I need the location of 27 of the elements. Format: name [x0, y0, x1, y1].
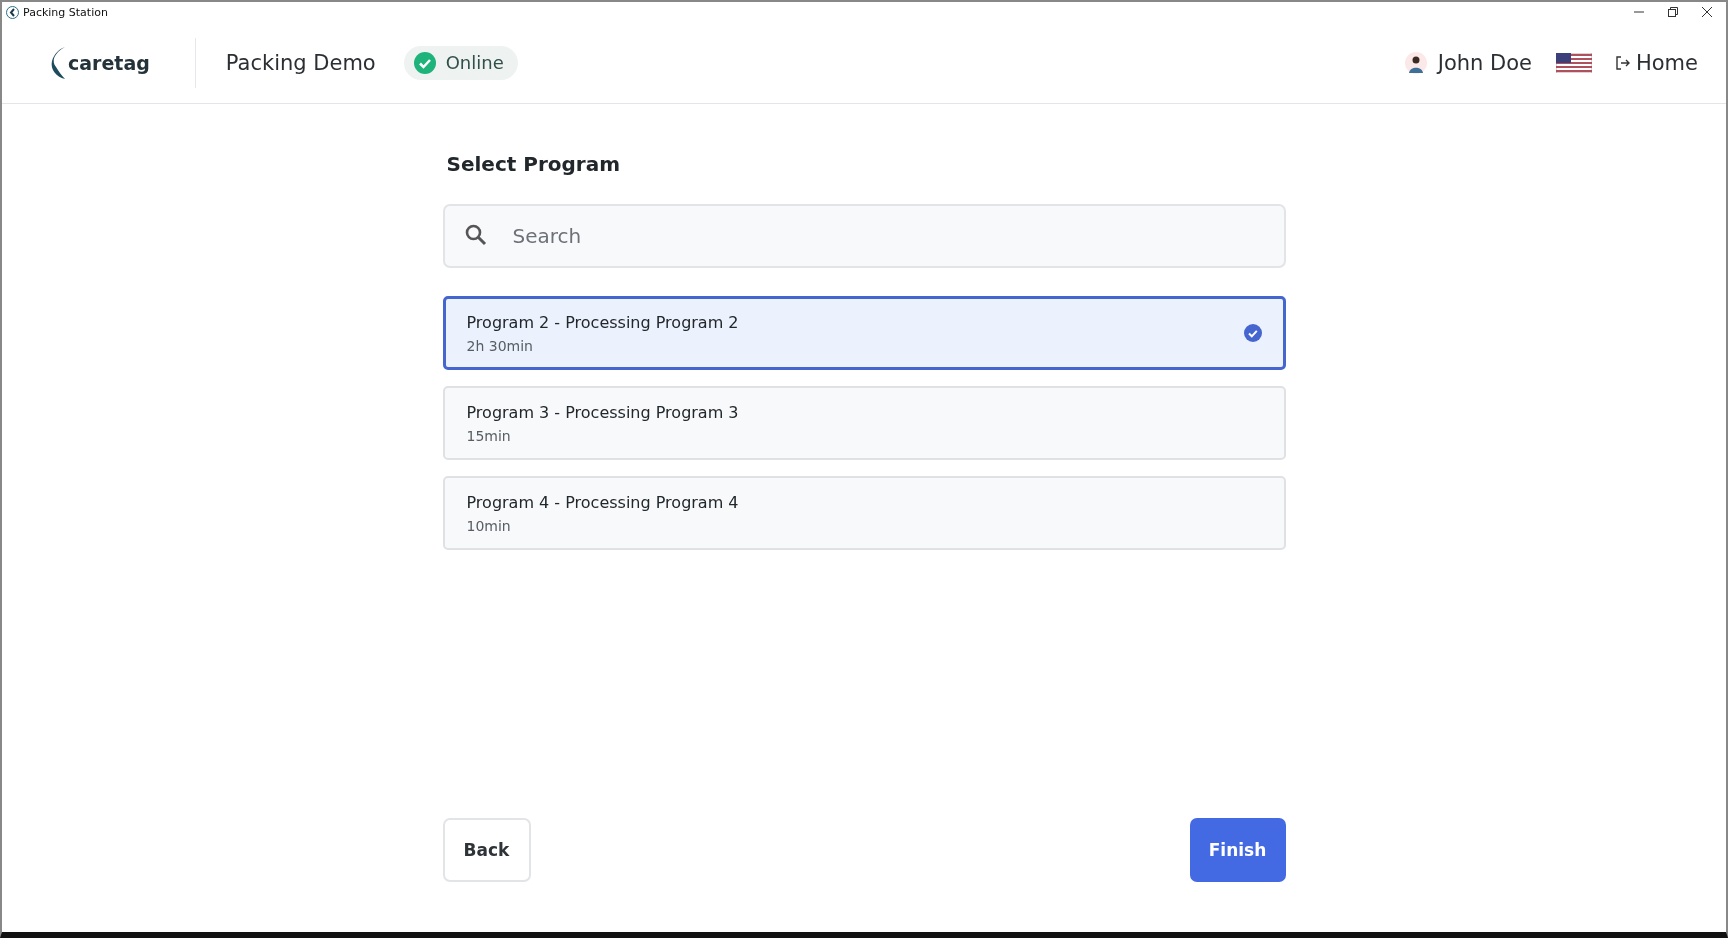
avatar-icon	[1404, 51, 1427, 74]
search-field[interactable]: Search	[442, 204, 1286, 268]
station-name: Packing Demo	[225, 50, 376, 75]
app-icon	[6, 5, 19, 19]
back-button[interactable]: Back	[442, 818, 531, 882]
program-duration: 15min	[466, 427, 512, 444]
check-icon	[413, 51, 436, 74]
logo-text: caretag	[68, 51, 150, 74]
flag-icon[interactable]	[1556, 52, 1592, 73]
program-duration: 2h 30min	[466, 337, 534, 354]
program-item[interactable]: Program 2 - Processing Program 2 2h 30min	[442, 296, 1286, 370]
restore-icon[interactable]	[1668, 7, 1678, 17]
home-link[interactable]: Home	[1616, 50, 1698, 75]
user-name: John Doe	[1437, 50, 1532, 75]
section-title: Select Program	[446, 152, 622, 176]
window-title: Packing Station	[23, 5, 108, 19]
exit-icon	[1616, 55, 1630, 70]
program-item[interactable]: Program 3 - Processing Program 3 15min	[442, 386, 1286, 460]
program-duration: 10min	[466, 517, 512, 534]
program-item[interactable]: Program 4 - Processing Program 4 10min	[442, 476, 1286, 550]
close-icon[interactable]	[1702, 7, 1712, 17]
finish-button[interactable]: Finish	[1189, 818, 1286, 882]
status-badge: Online	[403, 45, 518, 80]
program-name: Program 4 - Processing Program 4	[466, 492, 740, 512]
program-name: Program 3 - Processing Program 3	[466, 402, 740, 422]
program-name: Program 2 - Processing Program 2	[466, 312, 740, 332]
check-icon	[1243, 324, 1262, 342]
